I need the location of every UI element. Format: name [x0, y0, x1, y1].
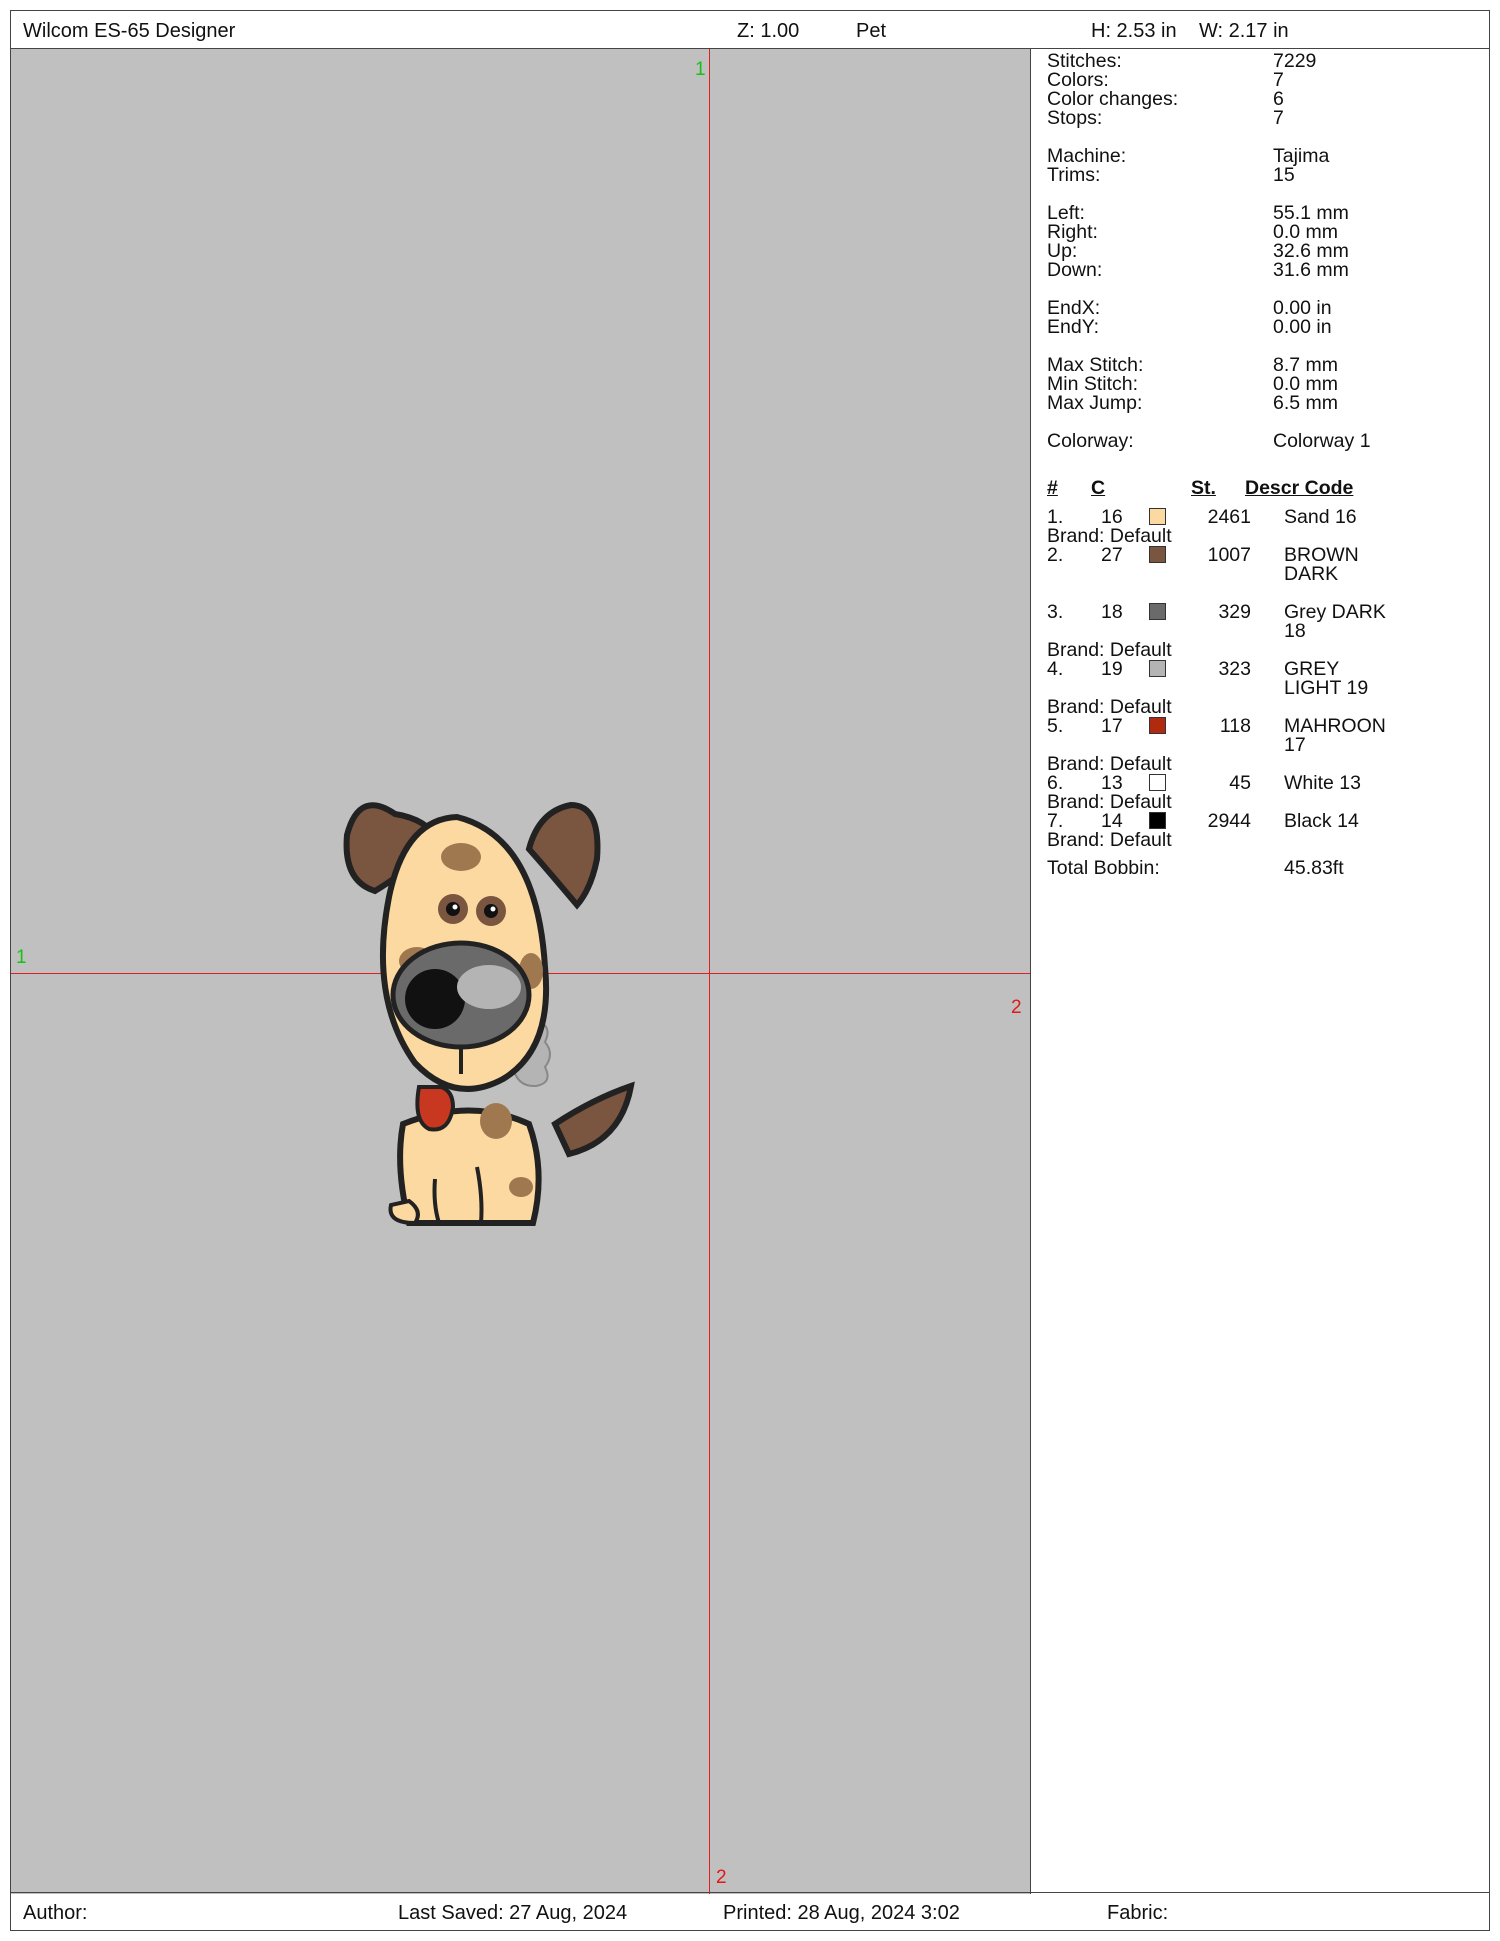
- color-swatch: [1149, 774, 1166, 791]
- stat-label: Stops:: [1047, 107, 1103, 129]
- stat-value: 15: [1273, 164, 1295, 186]
- guide-label-bottom: 2: [716, 1867, 727, 1888]
- color-swatch: [1149, 508, 1166, 525]
- stat-label: Down:: [1047, 259, 1103, 281]
- color-description: Sand 16: [1284, 506, 1357, 528]
- stat-value: 31.6 mm: [1273, 259, 1349, 281]
- dog-tail: [551, 1081, 635, 1158]
- design-name: Pet: [856, 20, 887, 42]
- color-description-line2: LIGHT 19: [1284, 677, 1369, 699]
- dog-embroidery-design[interactable]: [331, 749, 691, 1229]
- app-title: Wilcom ES-65 Designer: [23, 20, 236, 42]
- vertical-guide-line: [709, 49, 710, 1894]
- color-swatch: [1149, 717, 1166, 734]
- col-header-num: #: [1047, 477, 1058, 499]
- color-number: 5.: [1047, 715, 1064, 737]
- stat-value: 7: [1273, 107, 1284, 129]
- head-spot-top: [441, 843, 481, 871]
- print-sheet: Wilcom ES-65 Designer Z: 1.00 Pet H: 2.5…: [10, 10, 1490, 1931]
- color-description-line2: 17: [1284, 734, 1306, 756]
- stat-label: Colorway:: [1047, 430, 1134, 452]
- color-stitches: 323: [1218, 658, 1251, 680]
- author-label: Author:: [23, 1902, 88, 1924]
- left-paw: [388, 1198, 420, 1226]
- design-info-panel: Stitches: 7229 Colors: 7 Color changes: 6 Stop…: [1031, 49, 1489, 1894]
- design-canvas[interactable]: 1 1 2 2: [11, 49, 1031, 1894]
- color-number: 4.: [1047, 658, 1064, 680]
- footer-bar: Author: Last Saved: 27 Aug, 2024 Printed…: [11, 1892, 1489, 1930]
- guide-label-top: 1: [695, 59, 706, 80]
- dog-mouth: [405, 969, 465, 1029]
- color-swatch: [1149, 546, 1166, 563]
- guide-label-right: 2: [1011, 997, 1022, 1018]
- total-bobbin-label: Total Bobbin:: [1047, 857, 1160, 879]
- guide-label-left: 1: [16, 947, 27, 968]
- color-stitches: 2461: [1207, 506, 1251, 528]
- color-stitches: 329: [1218, 601, 1251, 623]
- zoom-level: Z: 1.00: [737, 20, 800, 42]
- leg-spot: [509, 1177, 533, 1197]
- color-stitches: 118: [1219, 715, 1251, 737]
- stat-label: Max Jump:: [1047, 392, 1143, 414]
- color-stitches: 2944: [1207, 810, 1251, 832]
- design-height: H: 2.53 in: [1091, 20, 1177, 42]
- fabric-label: Fabric:: [1107, 1902, 1169, 1924]
- color-row: 5. 17 118 MAHROON: [1047, 714, 1487, 738]
- color-brand: Brand: Default: [1047, 829, 1172, 851]
- right-ear: [525, 801, 601, 910]
- stat-label: EndY:: [1047, 316, 1100, 338]
- color-description-line2: 18: [1284, 620, 1306, 642]
- design-width: W: 2.17 in: [1199, 20, 1289, 42]
- stat-value: Colorway 1: [1273, 430, 1371, 452]
- col-header-stitches: St.: [1191, 477, 1216, 499]
- last-saved: Last Saved: 27 Aug, 2024: [398, 1902, 628, 1924]
- dog-tongue: [415, 1085, 456, 1132]
- color-swatch: [1149, 603, 1166, 620]
- color-description: Black 14: [1284, 810, 1359, 832]
- color-swatch: [1149, 660, 1166, 677]
- color-number: 3.: [1047, 601, 1064, 623]
- color-description-line2: DARK: [1284, 563, 1339, 585]
- color-description: White 13: [1284, 772, 1361, 794]
- color-row: 4. 19 323 GREY: [1047, 657, 1487, 681]
- printed-date: Printed: 28 Aug, 2024 3:02: [723, 1902, 960, 1924]
- col-header-code: C: [1091, 477, 1106, 499]
- total-bobbin-value: 45.83ft: [1284, 857, 1344, 879]
- dog-body: [397, 1107, 542, 1226]
- color-number: 2.: [1047, 544, 1064, 566]
- col-header-descr: Descr Code: [1245, 477, 1354, 499]
- header-bar: Wilcom ES-65 Designer Z: 1.00 Pet H: 2.5…: [11, 11, 1489, 49]
- color-code: 19: [1101, 658, 1123, 680]
- color-row: 3. 18 329 Grey DARK: [1047, 600, 1487, 624]
- color-code: 27: [1101, 544, 1123, 566]
- color-row: 2. 27 1007 BROWN: [1047, 543, 1487, 567]
- body-spot: [480, 1103, 512, 1139]
- color-swatch: [1149, 812, 1166, 829]
- stat-label: Trims:: [1047, 164, 1101, 186]
- color-code: 17: [1101, 715, 1123, 737]
- stat-value: 0.00 in: [1273, 316, 1332, 338]
- stat-value: 6.5 mm: [1273, 392, 1339, 414]
- color-stitches: 1007: [1207, 544, 1251, 566]
- color-stitches: 45: [1229, 772, 1251, 794]
- nose-highlight: [457, 965, 521, 1009]
- color-code: 18: [1101, 601, 1123, 623]
